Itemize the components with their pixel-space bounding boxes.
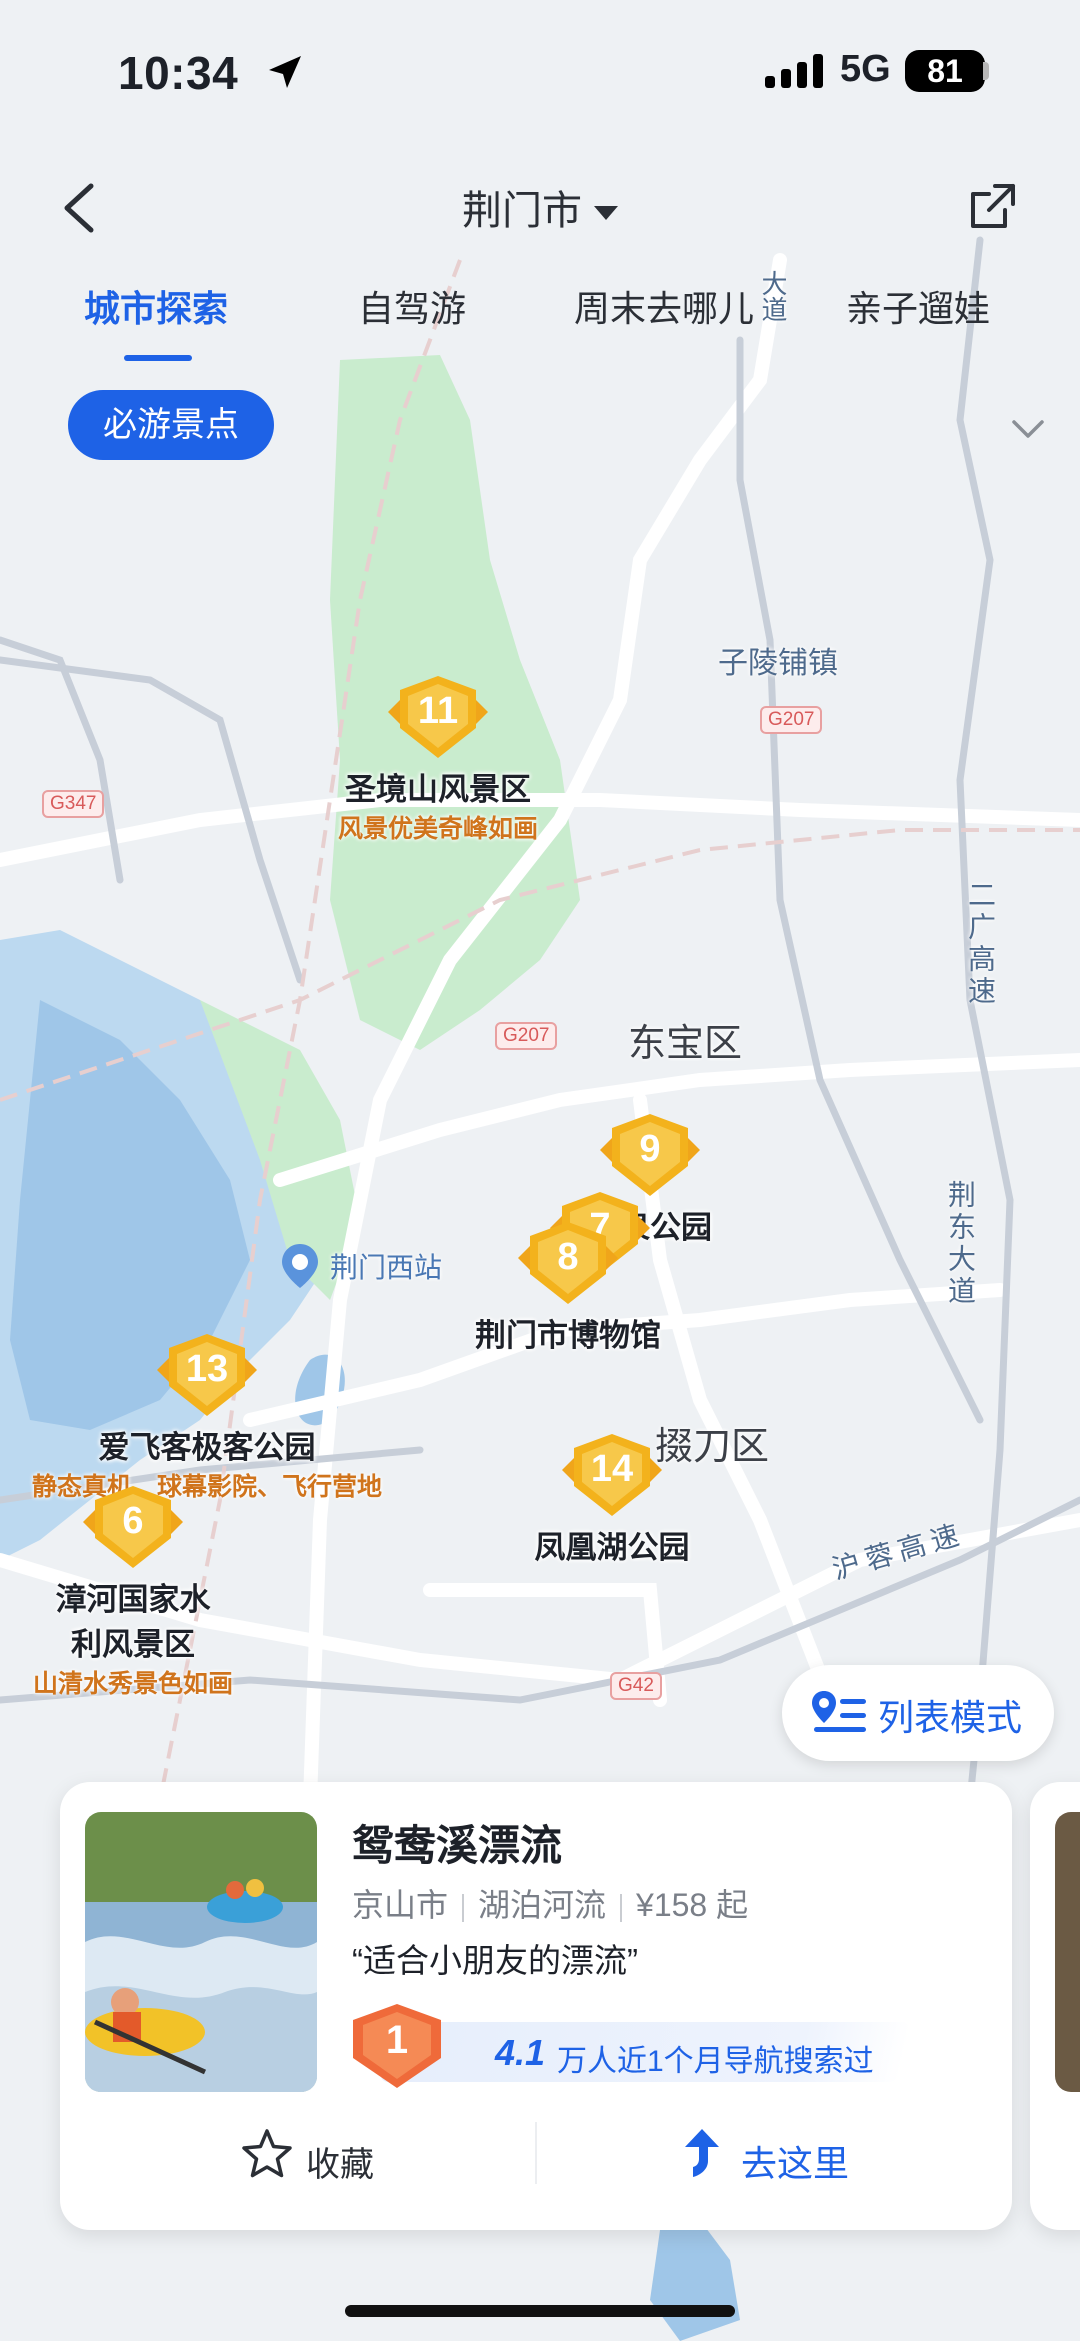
rank-stat-number: 4.1 (495, 2032, 546, 2073)
tab-active-indicator (124, 355, 192, 361)
road-badge-g42: G42 (610, 1672, 662, 1700)
poi-name: 荆门市博物馆 (475, 1318, 661, 1353)
poi-marker[interactable]: 6 漳河国家水利风景区山清水秀景色如画 (3, 1482, 263, 1700)
chevron-down-icon[interactable] (1008, 408, 1048, 448)
list-mode-label: 列表模式 (878, 1697, 1023, 1738)
turn-arrow-icon (685, 2129, 719, 2177)
poi-rank-badge: 6 (83, 1482, 183, 1574)
poi-card-rank: 1 4.1 万人近1个月导航搜索过 (345, 2000, 945, 2092)
star-icon (242, 2129, 292, 2178)
poi-name: 爱飞客极客公园 (98, 1430, 316, 1465)
poi-card-quote: “适合小朋友的漂流” (352, 1942, 638, 1979)
poi-rank-number: 14 (590, 1448, 634, 1490)
favorite-label: 收藏 (306, 2146, 374, 2184)
poi-marker[interactable]: 8 荆门市博物馆 (438, 1218, 698, 1355)
poi-card-price: ¥158 起 (636, 1887, 749, 1923)
share-icon[interactable] (965, 178, 1021, 234)
road-badge-g207-north: G207 (760, 706, 823, 734)
status-time: 10:34 (118, 47, 239, 99)
location-arrow-icon (269, 56, 301, 88)
home-indicator (345, 2305, 735, 2317)
poi-marker[interactable]: 11 圣境山风景区风景优美奇峰如画 (248, 672, 628, 845)
poi-subtitle: 风景优美奇峰如画 (337, 815, 538, 843)
page-title: 荆门市 (462, 189, 582, 233)
poi-rank-number: 13 (185, 1348, 229, 1390)
filter-chip-must-visit[interactable]: 必游景点 (68, 390, 274, 460)
station-pin-icon (280, 1242, 320, 1290)
list-map-icon (812, 1691, 866, 1732)
poi-name: 圣境山风景区 (345, 772, 531, 807)
city-selector[interactable]: 荆门市 (0, 178, 1080, 236)
poi-rank-number: 9 (639, 1128, 661, 1170)
next-poi-photo (1055, 1812, 1080, 2092)
battery-indicator: 81 (905, 50, 985, 92)
list-mode-button[interactable]: 列表模式 (782, 1665, 1054, 1761)
signal-bars-icon (765, 54, 823, 88)
navigate-label: 去这里 (741, 2143, 850, 2184)
poi-rank-number: 6 (122, 1500, 144, 1542)
poi-card[interactable]: 鸳鸯溪漂流 京山市 湖泊河流 ¥158 起 “适合小朋友的漂流” 1 4.1 万人近… (60, 1782, 1012, 2230)
map-road-jingdong: 荆东大道 (945, 1180, 976, 1308)
caret-down-icon (594, 206, 618, 221)
poi-rank-badge: 8 (518, 1218, 618, 1310)
poi-marker[interactable]: 14 凤凰湖公园 (482, 1430, 742, 1567)
poi-subtitle: 山清水秀景色如画 (32, 1670, 233, 1698)
rank-stat-text: 万人近1个月导航搜索过 (557, 2045, 874, 2078)
next-poi-card[interactable] (1030, 1782, 1080, 2230)
tab-self-drive[interactable]: 自驾游 (358, 280, 466, 332)
map-road-avenue: 大道 (758, 270, 788, 322)
poi-card-category: 湖泊河流 (478, 1887, 607, 1923)
poi-name: 凤凰湖公园 (534, 1530, 690, 1565)
tab-family[interactable]: 亲子遛娃 (846, 280, 990, 332)
poi-card-title: 鸳鸯溪漂流 (352, 1822, 563, 1869)
poi-rank-badge: 11 (388, 672, 488, 764)
tab-city-explore[interactable]: 城市探索 (84, 280, 228, 332)
status-bar: 10:34 5G 81 (0, 0, 1080, 150)
road-badge-g347: G347 (42, 790, 105, 818)
network-type: 5G (840, 48, 891, 90)
road-badge-g207: G207 (495, 1022, 558, 1050)
battery-tip (983, 62, 989, 80)
poi-marker[interactable]: 13 爱飞客极客公园 静态真机、球幕影院、飞行营地 (0, 1330, 417, 1503)
rank-badge-number: 1 (385, 2018, 409, 2062)
poi-rank-badge: 13 (157, 1330, 257, 1422)
map-label-dongbao: 东宝区 (628, 1023, 743, 1065)
poi-name: 漳河国家水 (55, 1582, 211, 1617)
poi-rank-number: 11 (417, 690, 459, 732)
poi-rank-number: 8 (557, 1236, 579, 1278)
map-label-ziling: 子陵铺镇 (718, 647, 838, 680)
poi-card-city: 京山市 (352, 1887, 449, 1923)
poi-card-photo (85, 1812, 317, 2092)
map-label-station: 荆门西站 (330, 1252, 443, 1283)
poi-rank-badge: 14 (562, 1430, 662, 1522)
poi-name: 利风景区 (71, 1627, 195, 1662)
map-road-erguang: 二广高速 (965, 880, 996, 1008)
card-divider (535, 2122, 537, 2184)
tab-weekend[interactable]: 周末去哪儿 (574, 280, 754, 332)
poi-card-meta: 京山市 湖泊河流 ¥158 起 (352, 1880, 748, 1926)
